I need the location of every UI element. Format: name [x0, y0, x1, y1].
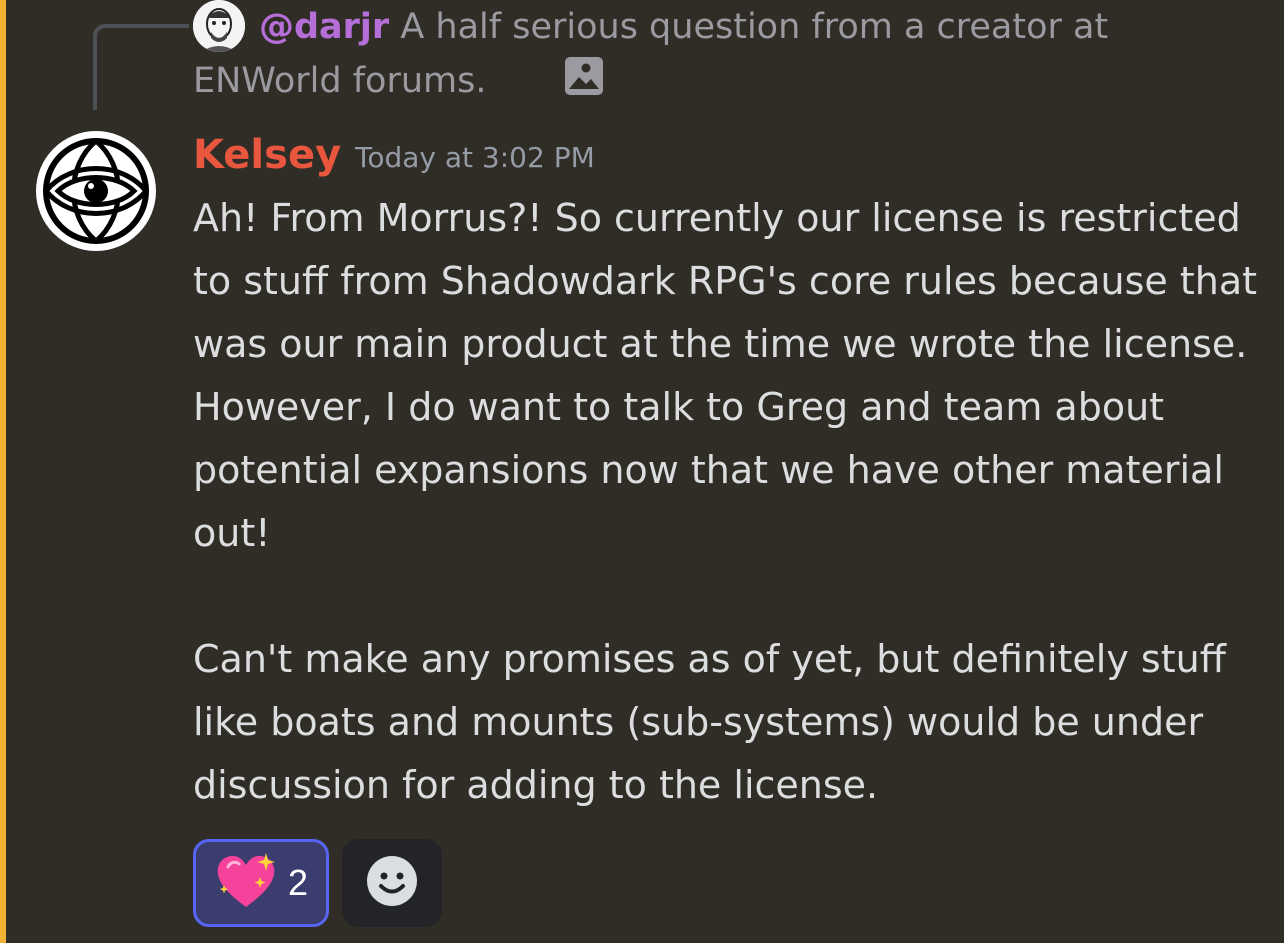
author-avatar[interactable]	[36, 131, 156, 251]
message-paragraph: Ah! From Morrus?! So currently our licen…	[193, 196, 1258, 555]
add-reaction-button[interactable]	[342, 839, 442, 927]
mention-highlight-bar	[0, 0, 6, 943]
smiley-icon	[366, 855, 418, 911]
reaction-count: 2	[287, 862, 309, 903]
sparkling-heart-icon	[214, 851, 278, 915]
reply-connector-line	[93, 24, 189, 110]
reply-author-name[interactable]: @darjr	[259, 7, 389, 47]
message-timestamp[interactable]: Today at 3:02 PM	[355, 138, 595, 178]
message-paragraph: Can't make any promises as of yet, but d…	[193, 637, 1226, 807]
reply-preview[interactable]: @darjr A half serious question from a cr…	[193, 0, 1193, 108]
image-icon	[498, 56, 604, 96]
author-name[interactable]: Kelsey	[193, 130, 341, 180]
message-content: Ah! From Morrus?! So currently our licen…	[193, 187, 1268, 817]
reaction-button[interactable]: 2	[193, 839, 329, 927]
